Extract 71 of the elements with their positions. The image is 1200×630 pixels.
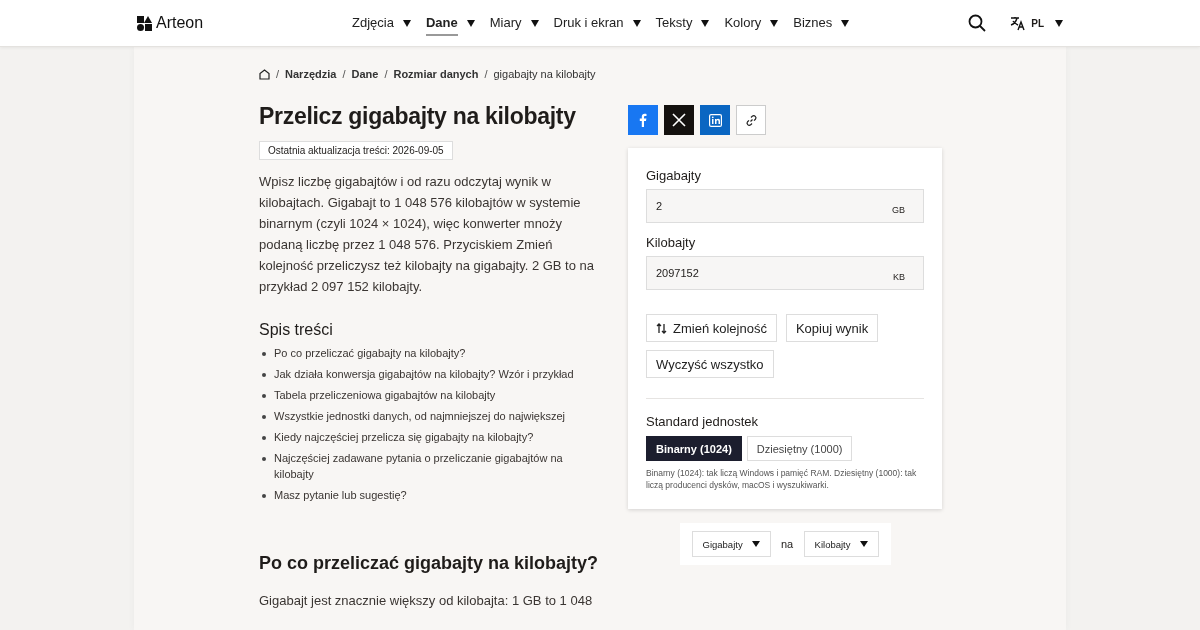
language-code[interactable]: PL xyxy=(1031,17,1044,29)
linkedin-share-button[interactable] xyxy=(700,105,730,135)
nav-link[interactable]: Dane xyxy=(425,10,458,36)
field-label: Gigabajty xyxy=(646,168,702,183)
standard-note: Binarny (1024): tak liczą Windows i pamięć RAM. Dziesiętny (1000): tak liczą producenci dysków, macOS i wyszukiwarki. xyxy=(646,467,918,491)
logo-text[interactable]: Arteon xyxy=(156,14,204,32)
toc-link[interactable]: Najczęściej zadawane pytania o przeliczanie gigabajtów na kilobajty xyxy=(274,451,592,482)
caret-icon[interactable] xyxy=(530,19,539,27)
swap-arrows-icon xyxy=(656,322,667,334)
nav-link[interactable]: Teksty xyxy=(655,10,693,36)
intro-paragraph: Wpisz liczbę gigabajtów i od razu odczytaj wynik w kilobajtach. Gigabajt to 1 048 576 kilobajtów w systemie binarnym (czyli 1024 × 1024), więc konwerter mnoży podaną liczbę przez 1 048 576. Przyciskiem Zmień kolejność przeliczysz też kilobajty na gigabajty. 2 GB to na przykład 2 097 152 kilobajty. xyxy=(259,173,596,296)
caret-icon[interactable] xyxy=(701,19,710,27)
caret-icon[interactable] xyxy=(1055,19,1063,27)
caret-icon[interactable] xyxy=(466,19,475,27)
toc-link[interactable]: Wszystkie jednostki danych, od najmniejszej do największej xyxy=(274,409,566,425)
input-field[interactable]: 2 GB xyxy=(646,189,924,223)
breadcrumb-link[interactable]: Dane xyxy=(351,68,379,80)
bullet-icon xyxy=(262,436,266,440)
standard-option[interactable]: Dziesiętny (1000) xyxy=(746,436,853,461)
nav-link[interactable]: Kolory xyxy=(724,10,762,36)
search-icon[interactable] xyxy=(968,14,987,32)
bullet-icon xyxy=(262,373,266,377)
bullet-icon xyxy=(262,415,266,419)
section-paragraph: Gigabajt jest znacznie większy od kilobajta: 1 GB to 1 048 xyxy=(259,592,594,610)
breadcrumb-separator: / xyxy=(342,68,346,80)
unit-dropdown[interactable]: Kilobajty xyxy=(803,531,879,557)
x-share-button[interactable] xyxy=(664,105,694,135)
section-heading: Po co przeliczać gigabajty na kilobajty? xyxy=(259,553,600,574)
field-label: Standard jednostek xyxy=(646,414,760,429)
breadcrumb-separator: / xyxy=(276,68,280,80)
nav-link[interactable]: Miary xyxy=(489,10,522,36)
update-date-label: Ostatnia aktualizacja treści: 2026-09-05 xyxy=(259,141,453,160)
toc-title: Spis treści xyxy=(259,321,334,339)
breadcrumb-link[interactable]: Narzędzia xyxy=(285,68,337,80)
home-icon[interactable] xyxy=(259,68,270,80)
input-field[interactable]: 2097152 KB xyxy=(646,256,924,290)
page-title: Przelicz gigabajty na kilobajty xyxy=(259,103,577,130)
toc-link[interactable]: Tabela przeliczeniowa gigabajtów na kilobajty xyxy=(274,388,496,404)
x-icon xyxy=(672,113,686,127)
toc-link[interactable]: Po co przeliczać gigabajty na kilobajty? xyxy=(274,346,466,362)
caret-icon[interactable] xyxy=(402,19,411,27)
bullet-icon xyxy=(262,352,266,356)
facebook-icon xyxy=(639,113,647,127)
action-button[interactable]: Kopiuj wynik xyxy=(785,314,879,342)
field-label: Kilobajty xyxy=(646,235,697,250)
toc-link[interactable]: Kiedy najczęściej przelicza się gigabajty na kilobajty? xyxy=(274,430,534,446)
breadcrumb-link[interactable]: Rozmiar danych xyxy=(393,68,479,80)
bullet-icon xyxy=(262,394,266,398)
link-icon xyxy=(744,113,758,127)
nav-link[interactable]: Biznes xyxy=(793,10,833,36)
breadcrumb-separator: / xyxy=(384,68,388,80)
bullet-icon xyxy=(262,457,266,461)
caret-icon[interactable] xyxy=(770,19,779,27)
facebook-share-button[interactable] xyxy=(628,105,658,135)
bullet-icon xyxy=(262,493,266,498)
nav-link[interactable]: Druk i ekran xyxy=(553,10,624,36)
action-button[interactable]: Wyczyść wszystko xyxy=(646,350,774,378)
swap-button[interactable]: Zmień kolejność xyxy=(646,314,777,342)
joiner-text: na xyxy=(781,538,794,550)
toc-link[interactable]: Masz pytanie lub sugestię? xyxy=(274,487,407,503)
translate-icon[interactable] xyxy=(1010,15,1027,31)
caret-icon[interactable] xyxy=(632,19,641,27)
linkedin-icon xyxy=(708,113,722,127)
logo-icon xyxy=(137,15,152,31)
breadcrumb-separator: / xyxy=(484,68,488,80)
unit-dropdown[interactable]: Gigabajty xyxy=(691,531,771,557)
toc-link[interactable]: Jak działa konwersja gigabajtów na kilobajty? Wzór i przykład xyxy=(274,367,574,383)
standard-option[interactable]: Binarny (1024) xyxy=(646,436,742,461)
copy-link-button[interactable] xyxy=(736,105,766,135)
caret-icon[interactable] xyxy=(841,19,850,27)
nav-link[interactable]: Zdjęcia xyxy=(352,10,394,36)
